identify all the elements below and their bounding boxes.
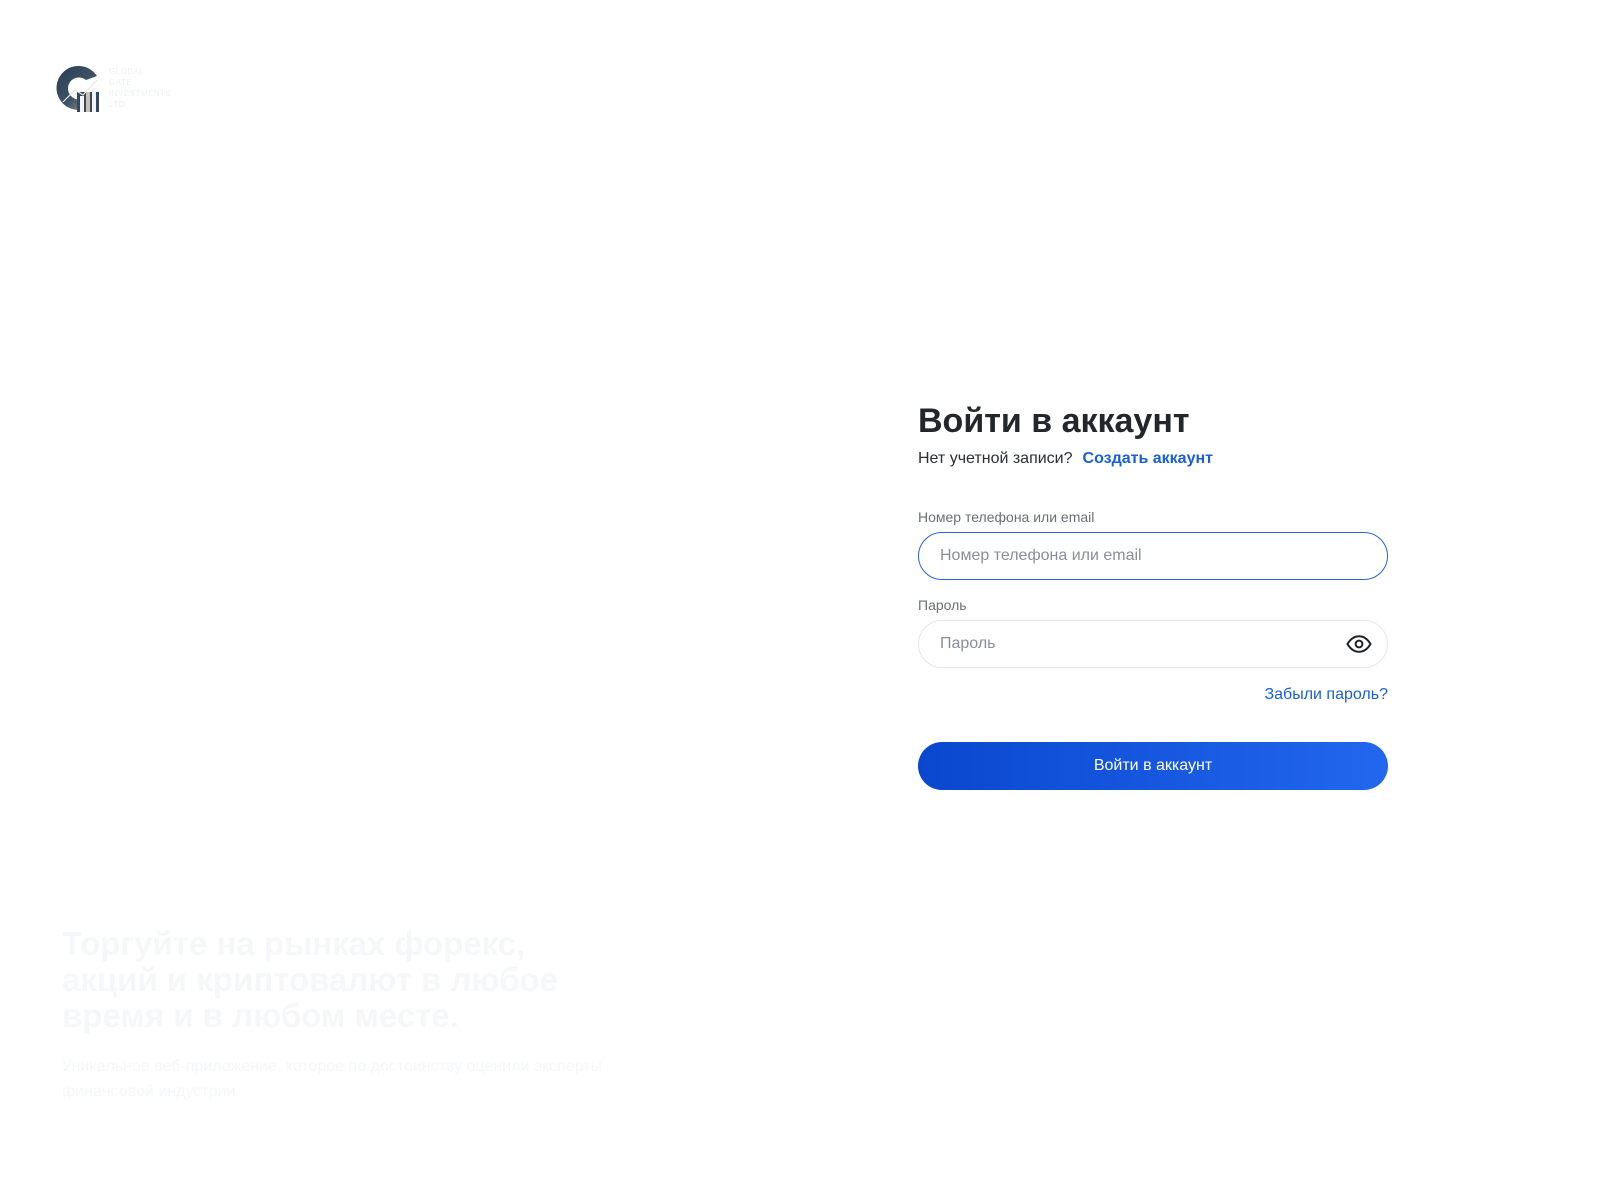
promo-subtitle: Уникальное веб-приложение, которое по до…: [62, 1058, 603, 1100]
password-field-wrapper: [918, 620, 1388, 668]
login-form: Войти в аккаунт Нет учетной записи? Созд…: [918, 401, 1388, 790]
promo-section: Торгуйте на рынках форекс, акций и крипт…: [62, 926, 622, 1104]
forgot-password-row: Забыли пароль?: [918, 686, 1388, 704]
login-field-label: Номер телефона или email: [918, 509, 1095, 525]
login-input[interactable]: [918, 532, 1388, 580]
logo-tagline-line: GATE: [109, 78, 133, 87]
logo-tagline-line: LTD: [109, 100, 126, 109]
password-field-label: Пароль: [918, 597, 967, 613]
forgot-password-link[interactable]: Забыли пароль?: [1264, 686, 1388, 703]
logo-tagline-line: INVESTMENTS: [109, 89, 172, 98]
signup-prompt: Нет учетной записи? Создать аккаунт: [918, 448, 1388, 470]
g-chart-logo-icon: [53, 62, 101, 114]
logo-tagline-line: GLOBAL: [109, 67, 145, 76]
login-page: GLOBAL GATE INVESTMENTS LTD Торгуйте на …: [0, 0, 1600, 1200]
login-submit-button[interactable]: Войти в аккаунт: [918, 742, 1388, 790]
promo-title: Торгуйте на рынках форекс, акций и крипт…: [62, 925, 559, 1034]
page-title: Войти в аккаунт: [918, 402, 1190, 440]
no-account-text: Нет учетной записи?: [918, 450, 1073, 467]
logo-tagline: GLOBAL GATE INVESTMENTS LTD: [109, 67, 171, 109]
password-input[interactable]: [918, 620, 1388, 668]
brand-logo[interactable]: GLOBAL GATE INVESTMENTS LTD: [53, 60, 193, 116]
eye-icon[interactable]: [1346, 632, 1372, 656]
create-account-link[interactable]: Создать аккаунт: [1083, 448, 1213, 470]
login-field-wrapper: [918, 532, 1388, 580]
